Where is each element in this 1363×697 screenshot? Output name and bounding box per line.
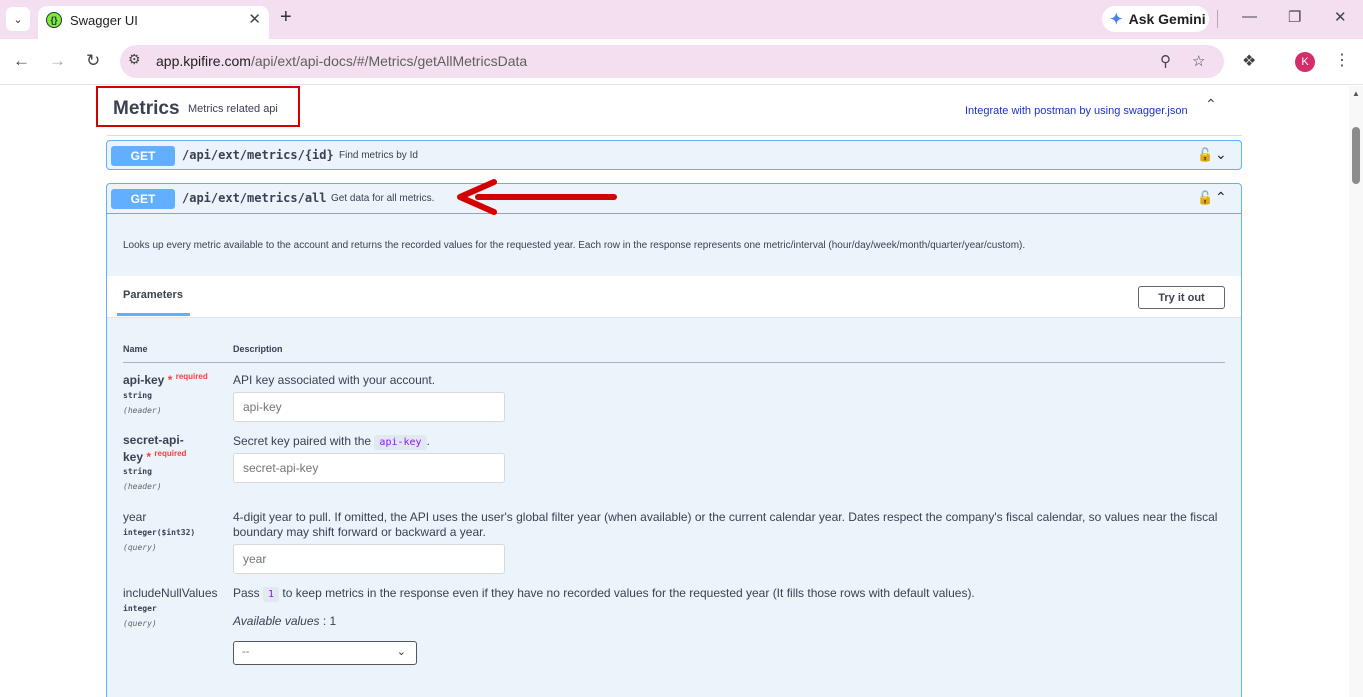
address-bar[interactable]: ⚙ app.kpifire.com/api/ext/api-docs/#/Met… <box>120 45 1224 78</box>
parameters-header: Parameters Try it out <box>107 276 1241 318</box>
param-location: (query) <box>123 619 157 628</box>
method-badge: GET <box>111 189 175 209</box>
profile-avatar[interactable]: K <box>1295 52 1315 72</box>
operation-description: Looks up every metric available to the a… <box>123 240 1026 251</box>
tag-description: Metrics related api <box>188 103 278 115</box>
try-it-out-button[interactable]: Try it out <box>1138 286 1225 309</box>
include-null-values-select[interactable]: -- ⌄ <box>233 641 417 665</box>
param-type: integer($int32) <box>123 528 196 537</box>
operation-summary-text: Get data for all metrics. <box>331 193 435 204</box>
toolbar-divider <box>1217 10 1218 28</box>
param-description: Secret key paired with the api-key. <box>233 434 430 450</box>
reload-icon[interactable]: ↻ <box>86 51 100 71</box>
year-input[interactable] <box>233 544 505 574</box>
param-location: (query) <box>123 543 157 552</box>
ask-gemini-label: Ask Gemini <box>1128 11 1206 27</box>
tab-search-button[interactable]: ⌄ <box>6 7 30 31</box>
api-key-input[interactable] <box>233 392 505 422</box>
tab-parameters[interactable]: Parameters <box>123 289 183 301</box>
browser-tab[interactable]: {} Swagger UI ✕ <box>38 6 269 39</box>
chevron-down-icon[interactable]: ⌄ <box>1215 146 1227 163</box>
browser-toolbar: ← → ↻ ⚙ app.kpifire.com/api/ext/api-docs… <box>0 39 1363 85</box>
operation-get-metric-by-id[interactable]: GET /api/ext/metrics/{id} Find metrics b… <box>106 140 1242 170</box>
operation-path: /api/ext/metrics/{id} <box>182 148 334 162</box>
param-name-year: year <box>123 510 147 524</box>
method-badge: GET <box>111 146 175 166</box>
scrollbar-thumb[interactable] <box>1352 127 1360 184</box>
param-description: 4-digit year to pull. If omitted, the AP… <box>233 510 1218 539</box>
menu-kebab-icon[interactable]: ⋮ <box>1334 50 1350 70</box>
tab-title: Swagger UI <box>70 13 138 28</box>
minimize-icon[interactable]: — <box>1242 8 1257 25</box>
new-tab-button[interactable]: + <box>280 6 292 29</box>
swagger-page: Metrics Metrics related api Integrate wi… <box>0 86 1349 697</box>
browser-tab-strip: ⌄ {} Swagger UI ✕ + ✦ Ask Gemini — ❐ ✕ <box>0 0 1363 39</box>
lock-icon[interactable]: 🔓 <box>1197 147 1213 163</box>
chevron-up-icon[interactable]: ⌃ <box>1205 96 1217 113</box>
param-name-secret-api-key: secret-api-key * required <box>123 433 187 464</box>
bookmark-star-icon[interactable]: ☆ <box>1192 52 1205 70</box>
chevron-up-icon[interactable]: ⌃ <box>1215 189 1227 206</box>
tag-title: Metrics <box>113 98 180 119</box>
chevron-down-icon: ⌄ <box>396 646 406 658</box>
select-value: -- <box>242 646 250 658</box>
param-location: (header) <box>123 482 162 491</box>
forward-icon[interactable]: → <box>49 51 66 71</box>
column-header-description: Description <box>233 344 283 354</box>
close-window-icon[interactable]: ✕ <box>1334 8 1347 26</box>
param-location: (header) <box>123 406 162 415</box>
scroll-up-icon[interactable]: ▲ <box>1352 89 1360 98</box>
operation-summary[interactable]: GET /api/ext/metrics/all Get data for al… <box>107 184 1241 214</box>
operation-summary[interactable]: GET /api/ext/metrics/{id} Find metrics b… <box>107 141 1241 171</box>
site-settings-icon[interactable]: ⚙ <box>128 51 141 68</box>
param-description: API key associated with your account. <box>233 373 436 387</box>
active-tab-underline <box>117 313 190 316</box>
restore-icon[interactable]: ❐ <box>1288 8 1301 26</box>
param-type: string <box>123 467 152 476</box>
gemini-sparkle-icon: ✦ <box>1110 11 1123 28</box>
secret-api-key-input[interactable] <box>233 453 505 483</box>
param-type: integer <box>123 604 157 613</box>
header-divider <box>123 362 1225 363</box>
back-icon[interactable]: ← <box>13 51 30 71</box>
operation-path: /api/ext/metrics/all <box>182 191 327 205</box>
param-name-include-null-values: includeNullValues <box>123 586 218 600</box>
operation-summary-text: Find metrics by Id <box>339 150 418 161</box>
postman-link[interactable]: Integrate with postman by using swagger.… <box>965 105 1188 117</box>
param-name-api-key: api-key * required <box>123 372 208 387</box>
annotation-arrow-icon <box>457 179 617 215</box>
param-description: Pass 1 to keep metrics in the response e… <box>233 586 975 602</box>
close-tab-icon[interactable]: ✕ <box>248 10 261 28</box>
chevron-down-icon: ⌄ <box>13 13 23 26</box>
url-text[interactable]: app.kpifire.com/api/ext/api-docs/#/Metri… <box>156 53 527 69</box>
operation-get-all-metrics: GET /api/ext/metrics/all Get data for al… <box>106 183 1242 697</box>
column-header-name: Name <box>123 344 148 354</box>
lock-icon[interactable]: 🔓 <box>1197 190 1213 206</box>
swagger-favicon-icon: {} <box>46 12 62 28</box>
extensions-icon[interactable]: ❖ <box>1242 51 1256 71</box>
available-values: Available values : 1 <box>233 614 337 628</box>
zoom-search-icon[interactable]: ⚲ <box>1160 52 1171 70</box>
ask-gemini-button[interactable]: ✦ Ask Gemini <box>1102 6 1209 32</box>
param-type: string <box>123 391 152 400</box>
